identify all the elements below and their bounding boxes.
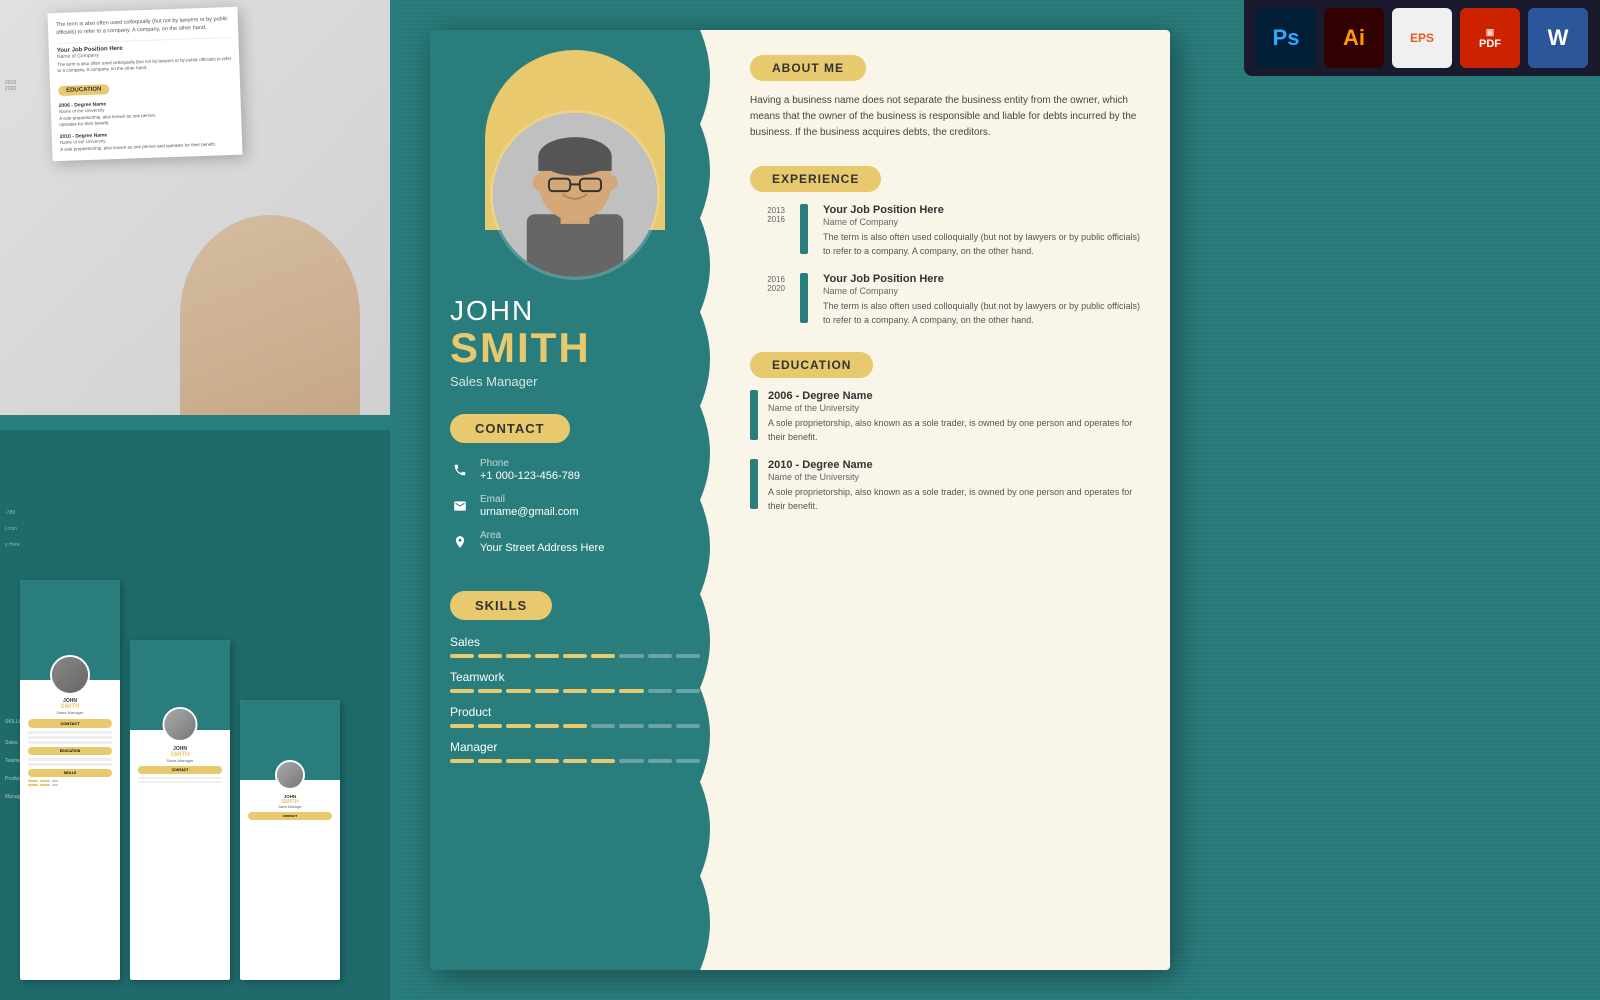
preview-card-1: JOHN SMITH Sales Manager CONTACT EDUCATI… [20, 580, 120, 980]
contact-label: CONTACT [450, 414, 570, 443]
eps-icon[interactable]: EPS [1392, 8, 1452, 68]
word-icon[interactable]: W [1528, 8, 1588, 68]
resume-right-column: ABOUT ME Having a business name does not… [720, 30, 1170, 970]
email-label: Email [480, 494, 579, 505]
skill-product-name: Product [450, 705, 700, 719]
person-svg [493, 113, 657, 277]
experience-section: EXPERIENCE 2013 2016 Your Job Position H… [750, 166, 1140, 327]
toolbar: Ps Ai EPS ▣ PDF W [1244, 0, 1600, 76]
skill-manager-bars [450, 759, 700, 763]
top-preview: The term is also often used colloquially… [0, 0, 390, 415]
resume-left-column: JOHN SMITH Sales Manager CONTACT Phone +… [430, 30, 720, 970]
exp-title-1: Your Job Position Here [823, 204, 1140, 216]
skill-teamwork-name: Teamwork [450, 670, 700, 684]
email-icon [450, 496, 470, 516]
address-label: Area [480, 530, 604, 541]
skill-product: Product [5, 776, 28, 782]
photo-area [430, 30, 720, 280]
phone-label: Phone [480, 458, 580, 469]
card2-contact-btn: CONTACT [138, 766, 222, 774]
edu-school-2: Name of the University [768, 472, 1140, 482]
email-value: urname@gmail.com [480, 506, 579, 518]
skill-teamwork-bars [450, 689, 700, 693]
phone-value: +1 000-123-456-789 [480, 470, 580, 482]
edu-item-2: 2010 - Degree Name Name of the Universit… [750, 459, 1140, 513]
exp-title-2: Your Job Position Here [823, 273, 1140, 285]
contact-address-item: Area Your Street Address Here [450, 530, 700, 554]
preview-card-3: JOHN SMITH Sales Manager CONTACT [240, 700, 340, 980]
about-label: ABOUT ME [750, 55, 866, 81]
profile-photo [490, 110, 660, 280]
edu-desc-2: A sole proprietorship, also known as a s… [768, 486, 1140, 513]
skill-manager-item: Manager [450, 740, 700, 763]
edu-desc-1: A sole proprietorship, also known as a s… [768, 417, 1140, 444]
skill-manager-name: Manager [450, 740, 700, 754]
year-indicator-1: 2016 2020 [5, 80, 16, 92]
left-panel: The term is also often used colloquially… [0, 0, 395, 1000]
skills-section: SKILLS Sales Teamwork [430, 581, 720, 785]
exp-year-start-1: 2013 [767, 206, 785, 215]
skill-sales-name: Sales [450, 635, 700, 649]
skill-product-item: Product [450, 705, 700, 728]
exp-desc-1: The term is also often used colloquially… [823, 231, 1140, 258]
mini-resume-text: The term is also often used colloquially… [56, 15, 230, 38]
skill-sales: Sales [5, 740, 28, 746]
exp-desc-2: The term is also often used colloquially… [823, 300, 1140, 327]
skill-label-1: SKILLS [5, 719, 28, 725]
exp-year-end-2: 2020 [767, 284, 785, 293]
skill-sales-bars [450, 654, 700, 658]
edu-degree-1: 2006 - Degree Name [768, 390, 1140, 402]
card2-title: Sales Manager [134, 758, 226, 763]
exp-dot-1 [800, 204, 808, 254]
exp-dot-2 [800, 273, 808, 323]
bottom-left-previews: -789 l.com s Here JOHN SMITH Sales Manag… [0, 430, 390, 1000]
edu-item-1: 2006 - Degree Name Name of the Universit… [750, 390, 1140, 444]
exp-item-1: 2013 2016 Your Job Position Here Name of… [750, 204, 1140, 258]
exp-company-2: Name of Company [823, 286, 1140, 296]
edu-dot-2 [750, 459, 758, 509]
contact-section: CONTACT Phone +1 000-123-456-789 [430, 399, 720, 581]
skills-label: SKILLS [450, 591, 552, 620]
card1-skills-btn: SKILLS [28, 769, 112, 777]
card3-contact-btn: CONTACT [248, 812, 332, 820]
card3-title: Sales Manager [244, 805, 336, 809]
experience-label: EXPERIENCE [750, 166, 881, 192]
address-value: Your Street Address Here [480, 542, 604, 554]
skill-sales-item: Sales [450, 635, 700, 658]
job-title: Sales Manager [450, 374, 700, 389]
exp-item-2: 2016 2020 Your Job Position Here Name of… [750, 273, 1140, 327]
education-section: EDUCATION 2006 - Degree Name Name of the… [750, 352, 1140, 513]
about-text: Having a business name does not separate… [750, 93, 1140, 141]
exp-company-1: Name of Company [823, 217, 1140, 227]
skill-manager: Manager [5, 794, 28, 800]
pdf-icon[interactable]: ▣ PDF [1460, 8, 1520, 68]
edu-dot-1 [750, 390, 758, 440]
top-mini-resume: The term is also often used colloquially… [47, 7, 242, 162]
phone-icon [450, 460, 470, 480]
skill-teamwork-item: Teamwork [450, 670, 700, 693]
main-resume: JOHN SMITH Sales Manager CONTACT Phone +… [430, 30, 1170, 970]
about-section: ABOUT ME Having a business name does not… [750, 55, 1140, 141]
first-name: JOHN [450, 295, 700, 327]
edu-degree-2: 2010 - Degree Name [768, 459, 1140, 471]
illustrator-icon[interactable]: Ai [1324, 8, 1384, 68]
preview-card-2: JOHN SMITH Sales Manager CONTACT [130, 640, 230, 980]
education-label: EDUCATION [750, 352, 873, 378]
address-icon [450, 532, 470, 552]
mini-education-label: EDUCATION [58, 84, 110, 96]
skill-teamwork: Teamwork [5, 758, 28, 764]
exp-year-start-2: 2016 [767, 275, 785, 284]
skill-product-bars [450, 724, 700, 728]
card1-title: Sales Manager [24, 710, 116, 715]
contact-email-item: Email urname@gmail.com [450, 494, 700, 518]
edu-school-1: Name of the University [768, 403, 1140, 413]
last-name: SMITH [450, 327, 700, 369]
card1-contact-btn: CONTACT [28, 719, 112, 728]
card1-edu-btn: EDUCATION [28, 747, 112, 755]
contact-phone-item: Phone +1 000-123-456-789 [450, 458, 700, 482]
name-area: JOHN SMITH Sales Manager [430, 280, 720, 399]
exp-year-end-1: 2016 [767, 215, 785, 224]
photoshop-icon[interactable]: Ps [1256, 8, 1316, 68]
